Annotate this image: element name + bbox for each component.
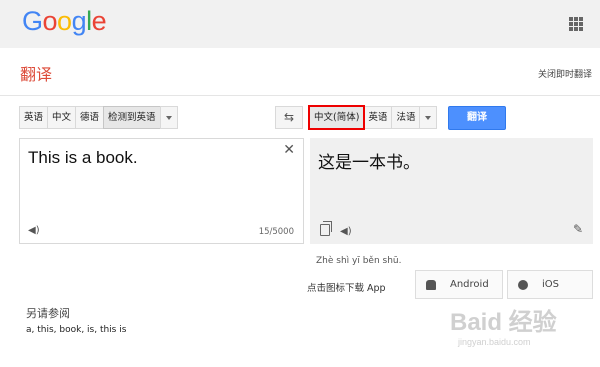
logo-letter: o [57,6,72,36]
source-lang-chinese[interactable]: 中文 [47,106,77,129]
source-text[interactable]: This is a book. [28,148,138,168]
source-text-area[interactable]: This is a book. ✕ ◀) 15/5000 [19,138,304,244]
instant-translate-toggle[interactable]: 关闭即时翻译 [538,67,592,80]
copy-icon[interactable] [320,221,332,236]
speaker-icon[interactable]: ◀) [340,226,352,237]
translation-output: 这是一本书。 ◀) ✎ [310,138,593,244]
swap-arrows-icon: ⇆ [283,110,295,124]
target-lang-french[interactable]: 法语 [391,106,421,129]
android-icon [426,279,436,290]
target-lang-english[interactable]: 英语 [363,106,393,129]
close-icon[interactable]: ✕ [283,142,295,158]
google-logo[interactable]: Google [22,6,107,37]
translated-text: 这是一本书。 [318,153,420,173]
android-label: Android [450,279,489,290]
ios-app-button[interactable]: iOS [507,270,593,299]
app-download-prompt: 点击图标下载 App [307,283,386,294]
pinyin-text: Zhè shì yī běn shū. [316,256,402,266]
source-lang-german[interactable]: 德语 [75,106,105,129]
watermark-url: jingyan.baidu.com [458,337,531,347]
logo-letter: o [42,6,58,36]
sub-header: 翻译 关闭即时翻译 [0,48,600,96]
logo-letter: G [22,6,43,36]
top-bar: Google [0,0,600,48]
logo-letter: e [91,6,107,36]
source-lang-english[interactable]: 英语 [19,106,49,129]
swap-languages-button[interactable]: ⇆ [275,106,303,129]
pencil-icon[interactable]: ✎ [573,222,583,236]
baidu-watermark: Baid 经验 jingyan.baidu.com [450,302,557,347]
source-lang-dropdown[interactable] [159,106,178,129]
apple-icon [518,279,528,290]
target-lang-chinese-simplified[interactable]: 中文(简体) [307,105,366,130]
see-also-list[interactable]: a, this, book, is, this is [26,325,126,335]
android-app-button[interactable]: Android [415,270,503,299]
target-lang-dropdown[interactable] [419,106,438,129]
translate-button[interactable]: 翻译 [448,106,506,130]
page-title: 翻译 [20,65,53,84]
ios-label: iOS [542,279,559,290]
watermark-main: Baid 经验 [450,309,557,336]
char-count: 15/5000 [258,227,294,237]
source-language-bar: 英语 中文 德语 检测到英语 [19,106,178,129]
source-lang-detected[interactable]: 检测到英语 [103,106,161,129]
see-also-title: 另请参阅 [26,307,70,320]
grid-icon[interactable] [569,17,583,31]
logo-letter: g [71,6,87,36]
speaker-icon[interactable]: ◀) [28,225,40,236]
target-language-bar: 中文(简体) 英语 法语 [307,105,438,130]
